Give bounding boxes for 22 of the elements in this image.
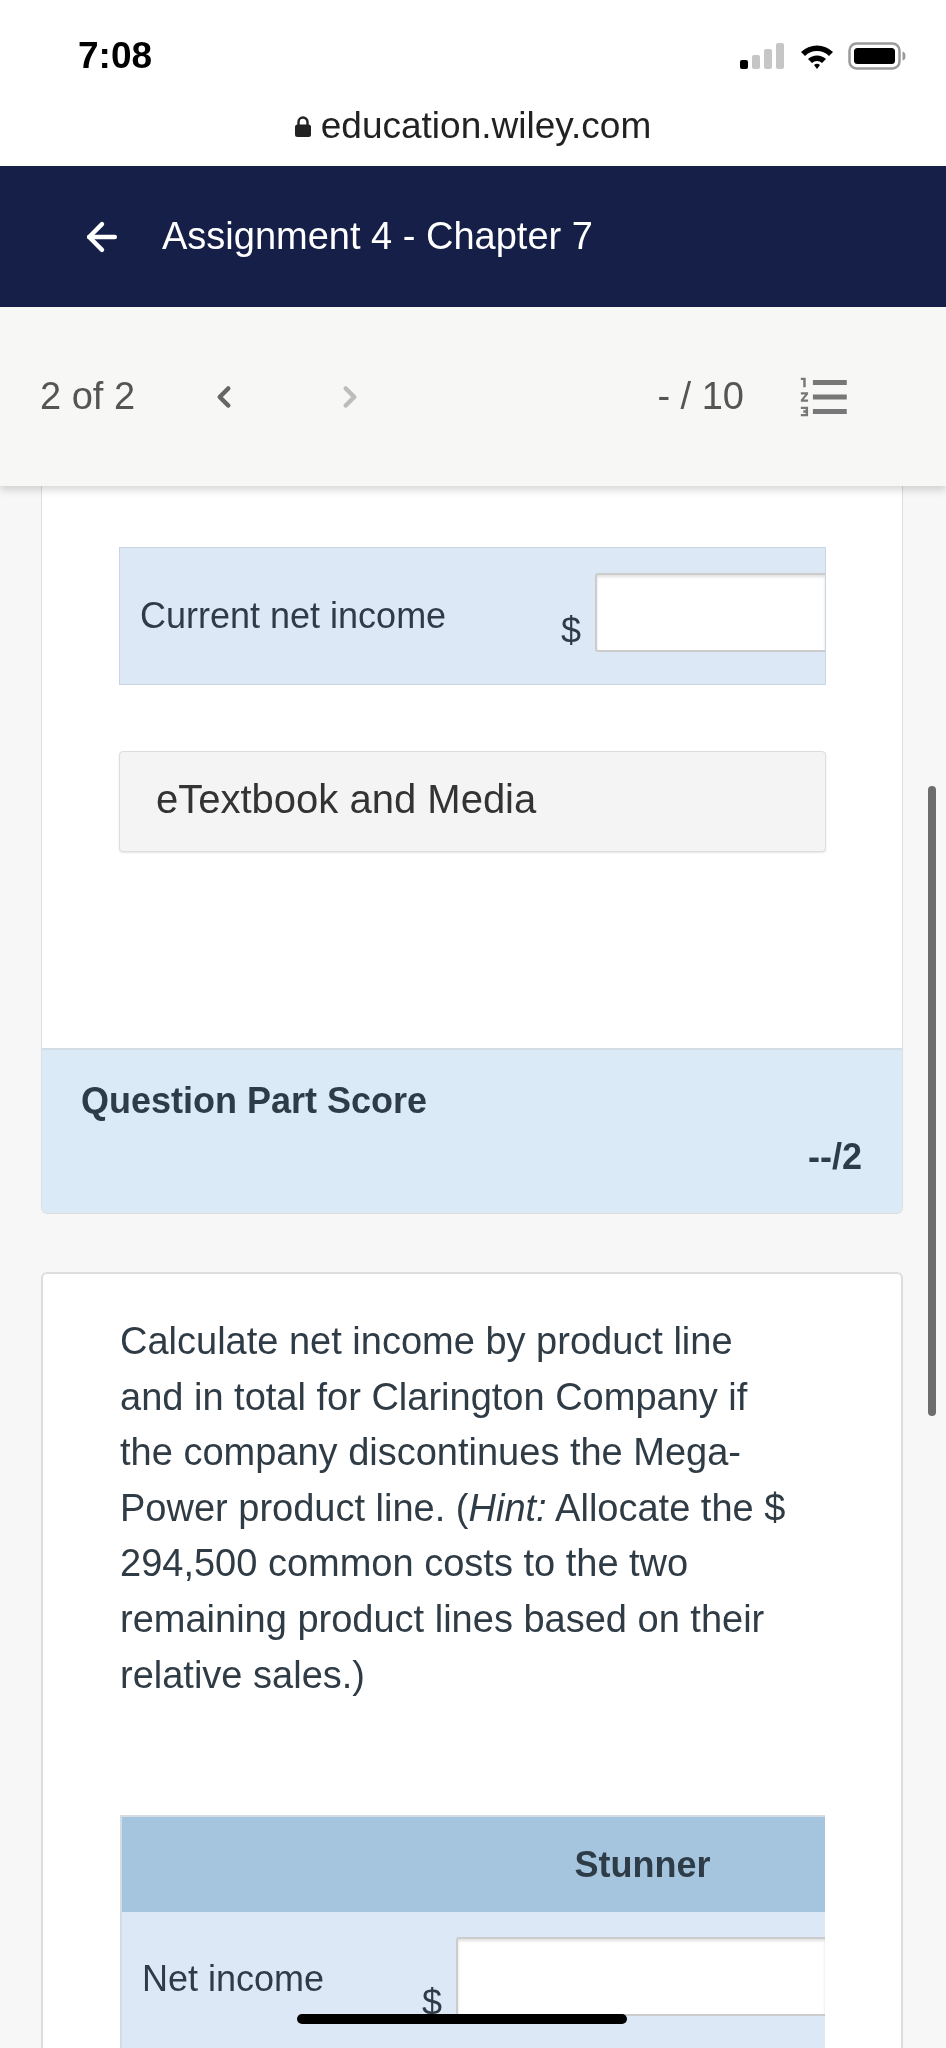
url-text[interactable]: education.wiley.com <box>320 105 652 147</box>
question-score: - / 10 <box>657 375 744 418</box>
amount-input[interactable] <box>595 573 825 652</box>
signal-icon <box>740 43 786 69</box>
status-time: 7:08 <box>78 35 153 77</box>
row-label: Net income <box>141 1958 325 2001</box>
currency-symbol: $ <box>421 1982 442 2025</box>
home-indicator[interactable] <box>297 2014 627 2024</box>
scrollbar[interactable] <box>928 786 936 1416</box>
currency-symbol: $ <box>560 610 581 652</box>
question-text: Calculate net income by product line and in total for Clarington Company if the company discontinues the Mega-Power product line. (Hint: Allocate the $ 294,500 common costs to the two remaining product lines based on their relative sales.) <box>120 1319 787 1698</box>
etextbook-media-button[interactable]: eTextbook and Media <box>119 751 826 852</box>
battery-icon <box>848 42 906 70</box>
column-header: Stunner <box>574 1843 711 1886</box>
part-score-title: Question Part Score <box>81 1080 429 1122</box>
row-label: Current net income <box>139 595 448 637</box>
lock-icon <box>294 115 311 137</box>
assignment-title: Assignment 4 - Chapter 7 <box>162 215 593 258</box>
part-score-value: --/2 <box>808 1136 862 1178</box>
wifi-icon <box>799 43 835 69</box>
amount-input[interactable] <box>456 1937 825 2017</box>
question-position: 2 of 2 <box>40 375 136 418</box>
